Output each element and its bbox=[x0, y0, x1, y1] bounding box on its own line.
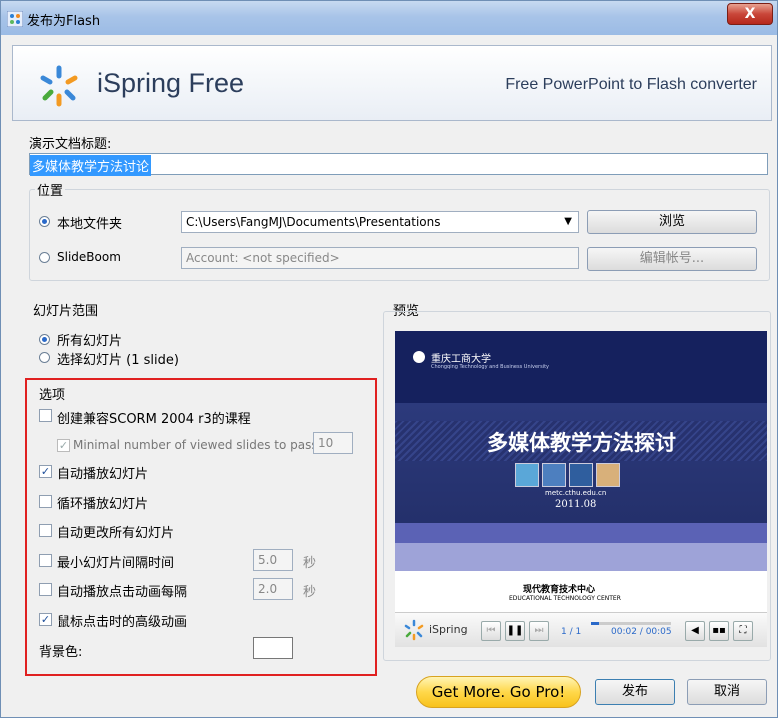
previous-slide-button[interactable]: ⏮ bbox=[481, 621, 501, 641]
brand-tagline: Free PowerPoint to Flash converter bbox=[505, 76, 757, 93]
all-slides-radio[interactable] bbox=[39, 334, 50, 345]
autoplay-label: 自动播放幻灯片 bbox=[57, 467, 149, 482]
ispring-logo-icon bbox=[40, 65, 78, 107]
all-slides-label: 所有幻灯片 bbox=[57, 334, 123, 349]
player-time: 00:02 / 00:05 bbox=[611, 627, 672, 637]
auto-advance-label: 自动更改所有幻灯片 bbox=[57, 526, 175, 541]
seek-bar[interactable] bbox=[591, 622, 671, 625]
anim-interval-label: 自动播放点击动画每隔 bbox=[57, 585, 188, 600]
publish-button[interactable]: 发布 bbox=[595, 679, 675, 705]
min-slides-input[interactable]: 10 bbox=[313, 432, 353, 454]
anim-interval-checkbox[interactable] bbox=[39, 583, 52, 596]
auto-advance-checkbox[interactable] bbox=[39, 524, 52, 537]
window-title: 发布为Flash bbox=[27, 14, 101, 29]
next-slide-button[interactable]: ⏭ bbox=[529, 621, 549, 641]
bgcolor-swatch[interactable] bbox=[253, 637, 293, 659]
pause-button[interactable]: ❚❚ bbox=[505, 621, 525, 641]
local-folder-radio[interactable] bbox=[39, 216, 50, 227]
ispring-player-logo-icon bbox=[404, 619, 424, 641]
loop-label: 循环播放幻灯片 bbox=[57, 497, 149, 512]
slide-stripe bbox=[395, 543, 767, 571]
close-icon: X bbox=[744, 6, 756, 22]
browse-button[interactable]: 浏览 bbox=[587, 210, 757, 234]
scorm-label: 创建兼容SCORM 2004 r3的课程 bbox=[57, 412, 251, 427]
min-slides-label: Minimal number of viewed slides to pass bbox=[73, 438, 318, 452]
slide-image-icon bbox=[596, 463, 620, 487]
center-name-cn: 现代教育技术中心 bbox=[523, 585, 596, 595]
min-interval-label: 最小幻灯片间隔时间 bbox=[57, 556, 175, 571]
publish-dialog: 发布为Flash X iSpring Free Free PowerPoint … bbox=[0, 0, 778, 718]
slideboom-radio[interactable] bbox=[39, 252, 50, 263]
scorm-checkbox[interactable] bbox=[39, 409, 52, 422]
anim-interval-unit: 秒 bbox=[303, 585, 317, 600]
slide-counter: 1 / 1 bbox=[561, 627, 582, 637]
center-name-en: EDUCATIONAL TECHNOLOGY CENTER bbox=[509, 595, 621, 602]
volume-icon[interactable]: ◀ bbox=[685, 621, 705, 641]
go-pro-button[interactable]: Get More. Go Pro! bbox=[416, 676, 581, 708]
player-brand: iSpring bbox=[429, 623, 468, 636]
advanced-anim-label: 鼠标点击时的高级动画 bbox=[57, 615, 188, 630]
loop-checkbox[interactable] bbox=[39, 495, 52, 508]
slide-image-icon bbox=[515, 463, 539, 487]
slide-preview: 重庆工商大学 Chongqing Technology and Business… bbox=[395, 331, 767, 643]
slide-image-icon bbox=[542, 463, 566, 487]
autoplay-checkbox[interactable]: ✓ bbox=[39, 465, 52, 478]
edit-account-button[interactable]: 编辑帐号... bbox=[587, 247, 757, 271]
fullscreen-icon[interactable]: ⛶ bbox=[733, 621, 753, 641]
min-slides-checkbox[interactable]: ✓ bbox=[57, 439, 70, 452]
brand-name: iSpring Free bbox=[97, 68, 245, 98]
chevron-down-icon: ▼ bbox=[564, 216, 572, 227]
slide-range-legend: 幻灯片范围 bbox=[31, 300, 101, 319]
min-interval-unit: 秒 bbox=[303, 556, 317, 571]
account-field[interactable]: Account: <not specified> bbox=[181, 247, 579, 269]
min-interval-checkbox[interactable] bbox=[39, 554, 52, 567]
close-button[interactable]: X bbox=[727, 3, 773, 25]
options-legend: 选项 bbox=[39, 388, 66, 403]
select-slides-label: 选择幻灯片 (1 slide) bbox=[57, 353, 179, 368]
title-bar: 发布为Flash X bbox=[1, 1, 777, 35]
university-subname: Chongqing Technology and Business Univer… bbox=[431, 364, 550, 370]
path-value: C:\Users\FangMJ\Documents\Presentations bbox=[186, 215, 441, 229]
seek-progress bbox=[591, 622, 599, 625]
player-controls: iSpring ⏮ ❚❚ ⏭ 1 / 1 00:02 / 00:05 ◀ ▪▪ … bbox=[395, 612, 767, 647]
bgcolor-label: 背景色: bbox=[39, 645, 83, 660]
cancel-button[interactable]: 取消 bbox=[687, 679, 767, 705]
slide-date: 2011.08 bbox=[555, 499, 597, 510]
presentation-title-input[interactable]: 多媒体教学方法讨论 bbox=[29, 153, 768, 176]
slide-stripe bbox=[395, 523, 767, 543]
presentation-title-label: 演示文档标题: bbox=[29, 137, 112, 152]
select-slides-radio[interactable] bbox=[39, 352, 50, 363]
min-interval-input[interactable]: 5.0 bbox=[253, 549, 293, 571]
anim-interval-input[interactable]: 2.0 bbox=[253, 578, 293, 600]
path-select[interactable]: C:\Users\FangMJ\Documents\Presentations … bbox=[181, 211, 579, 233]
university-name: 重庆工商大学 bbox=[431, 354, 491, 365]
advanced-anim-checkbox[interactable]: ✓ bbox=[39, 613, 52, 626]
slideboom-label: SlideBoom bbox=[57, 250, 121, 264]
presentation-title-value: 多媒体教学方法讨论 bbox=[30, 155, 152, 176]
local-folder-label: 本地文件夹 bbox=[57, 217, 123, 232]
university-emblem-icon bbox=[413, 351, 425, 363]
brand-header: iSpring Free Free PowerPoint to Flash co… bbox=[12, 45, 772, 121]
slide-image-icon bbox=[569, 463, 593, 487]
slide-title: 多媒体教学方法探讨 bbox=[487, 431, 676, 455]
location-legend: 位置 bbox=[35, 180, 66, 199]
ispring-app-icon bbox=[7, 11, 23, 27]
playlist-icon[interactable]: ▪▪ bbox=[709, 621, 729, 641]
slide-url: metc.cthu.edu.cn bbox=[545, 489, 607, 497]
